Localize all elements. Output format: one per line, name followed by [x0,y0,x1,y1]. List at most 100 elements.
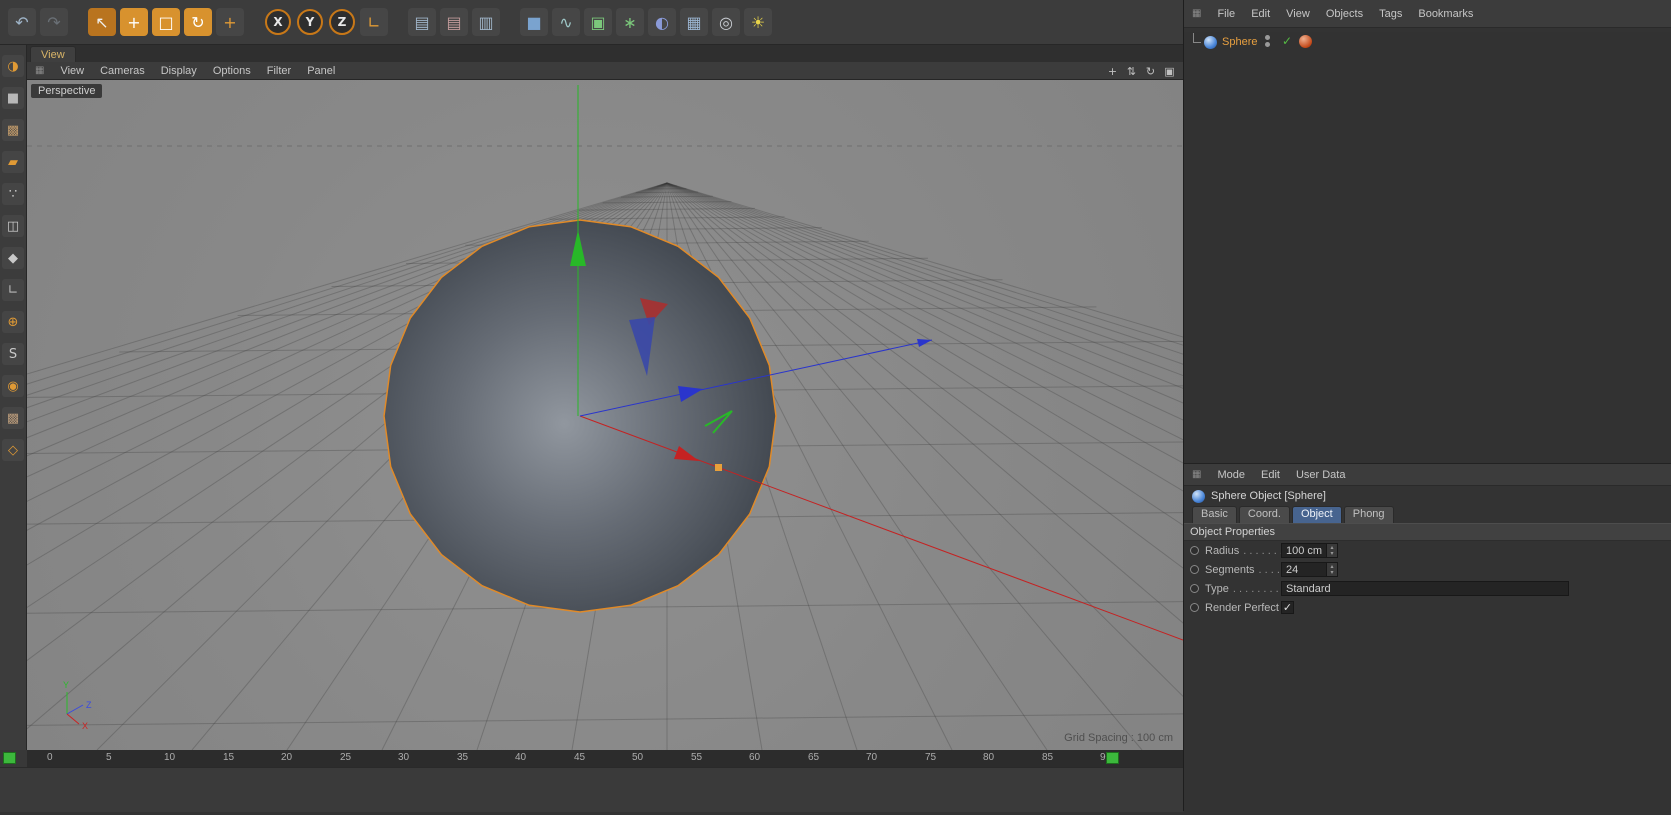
model-mode-icon[interactable]: ■ [2,87,24,109]
scale-handle[interactable] [715,464,722,471]
add-generator-button[interactable]: ▣ [584,8,612,36]
timeline-tick: 80 [983,752,994,763]
lock-y-axis[interactable]: Y [297,9,323,35]
polygons-mode-icon[interactable]: ◆ [2,247,24,269]
viewport-menu-panel[interactable]: Panel [307,65,335,77]
viewport-menu-cameras[interactable]: Cameras [100,65,145,77]
render-perfect-checkbox[interactable]: ✓ [1281,601,1294,614]
render-view-button[interactable]: ▤ [408,8,436,36]
am-menu-userdata[interactable]: User Data [1296,469,1346,481]
viewport-canvas[interactable] [27,80,1183,750]
start-frame-marker[interactable] [3,752,16,764]
stepper-arrows[interactable]: ▴▾ [1326,563,1337,576]
enabled-check-icon[interactable]: ✓ [1282,34,1292,48]
sphere-object-icon[interactable] [1204,36,1217,49]
om-menu-edit[interactable]: Edit [1251,8,1270,20]
live-selection-tool[interactable]: ↖ [88,8,116,36]
rotate-tool[interactable]: ↻ [184,8,212,36]
object-row-sphere[interactable]: Sphere ✓ [1184,32,1671,52]
redo-icon[interactable]: ↷ [40,8,68,36]
tab-phong[interactable]: Phong [1344,506,1394,523]
panel-grip-icon[interactable]: ▦ [35,65,44,76]
render-settings-button[interactable]: ▥ [472,8,500,36]
timeline-tick: 10 [164,752,175,763]
last-tool-used[interactable]: + [216,8,244,36]
tab-coord[interactable]: Coord. [1239,506,1290,523]
rotate-view-icon[interactable]: ↻ [1143,64,1158,79]
tab-object[interactable]: Object [1292,506,1342,523]
add-cube-button[interactable]: ■ [520,8,548,36]
object-name[interactable]: Sphere [1222,36,1257,48]
scale-tool[interactable]: □ [152,8,180,36]
viewport-menu-filter[interactable]: Filter [267,65,291,77]
solo-mode-icon[interactable]: S [2,343,24,365]
add-light-button[interactable]: ☀ [744,8,772,36]
om-menu-objects[interactable]: Objects [1326,8,1363,20]
segments-input[interactable]: 24 ▴▾ [1281,562,1338,577]
paint-tool-icon[interactable]: ◉ [2,375,24,397]
dolly-view-icon[interactable]: ⇅ [1124,64,1139,79]
radius-input[interactable]: 100 cm ▴▾ [1281,543,1338,558]
viewport-menu-options[interactable]: Options [213,65,251,77]
snap-icon[interactable]: ◇ [2,439,24,461]
workplane-tool-icon[interactable]: ∟ [2,279,24,301]
make-editable-icon[interactable]: ◑ [2,55,24,77]
om-menu-view[interactable]: View [1286,8,1310,20]
edges-mode-icon[interactable]: ◫ [2,215,24,237]
type-dropdown[interactable]: Standard [1281,581,1569,596]
enable-axis-icon[interactable]: ⊕ [2,311,24,333]
add-environment-button[interactable]: ▦ [680,8,708,36]
panel-grip-icon[interactable]: ▦ [1192,8,1201,19]
texture-mode-icon[interactable]: ▩ [2,119,24,141]
end-frame-marker[interactable] [1106,752,1119,764]
pan-view-icon[interactable]: + [1105,64,1120,79]
lock-z-axis[interactable]: Z [329,9,355,35]
undo-icon[interactable]: ↶ [8,8,36,36]
type-row: Type . . . . . . . . . Standard [1184,579,1671,598]
timeline-tick: 75 [925,752,936,763]
timeline-tick: 60 [749,752,760,763]
am-menu-mode[interactable]: Mode [1217,469,1245,481]
view-label[interactable]: Perspective [31,84,102,98]
viewport-menu-display[interactable]: Display [161,65,197,77]
render-picture-viewer-button[interactable]: ▤ [440,8,468,36]
animation-dot[interactable] [1190,546,1199,555]
phong-tag-icon[interactable] [1299,35,1312,48]
points-mode-icon[interactable]: ∵ [2,183,24,205]
visibility-toggles-icon[interactable] [1263,35,1271,49]
section-header[interactable]: Object Properties [1184,523,1671,541]
tab-view[interactable]: View [30,46,76,63]
om-menu-bookmarks[interactable]: Bookmarks [1418,8,1473,20]
am-menu-edit[interactable]: Edit [1261,469,1280,481]
viewport-menu-view[interactable]: View [60,65,84,77]
om-menu-file[interactable]: File [1217,8,1235,20]
add-deformer-button[interactable]: ◐ [648,8,676,36]
animation-dot[interactable] [1190,603,1199,612]
add-camera-button[interactable]: ◎ [712,8,740,36]
panel-grip-icon[interactable]: ▦ [1192,469,1201,480]
workplane-mode-icon[interactable]: ▰ [2,151,24,173]
texture-lock-icon[interactable]: ▩ [2,407,24,429]
axis-y-label: Y [63,680,69,690]
tab-basic[interactable]: Basic [1192,506,1237,523]
add-spline-button[interactable]: ∿ [552,8,580,36]
om-menu-tags[interactable]: Tags [1379,8,1402,20]
object-manager[interactable]: Sphere ✓ [1184,32,1671,463]
timeline-area: 051015202530354045505560657075808590 [0,750,1183,811]
timeline-tick: 30 [398,752,409,763]
coordinate-system-toggle[interactable]: ∟ [360,8,388,36]
timeline-ruler[interactable]: 051015202530354045505560657075808590 [27,750,1183,768]
left-mode-toolbar: ◑ ■ ▩ ▰ ∵ ◫ ◆ ∟ ⊕ S ◉ ▩ ◇ [0,45,27,750]
property-label: Type [1205,583,1229,595]
add-modifier-button[interactable]: ∗ [616,8,644,36]
move-tool[interactable]: + [120,8,148,36]
animation-dot[interactable] [1190,584,1199,593]
stepper-arrows[interactable]: ▴▾ [1326,544,1337,557]
maximize-view-icon[interactable]: ▣ [1162,64,1177,79]
toolbar-separator [72,8,84,36]
lock-x-axis[interactable]: X [265,9,291,35]
viewport[interactable]: Perspective Grid Spacing : 100 cm Y Z X [27,80,1183,750]
timeline-tick: 65 [808,752,819,763]
animation-dot[interactable] [1190,565,1199,574]
timeline-tick: 85 [1042,752,1053,763]
